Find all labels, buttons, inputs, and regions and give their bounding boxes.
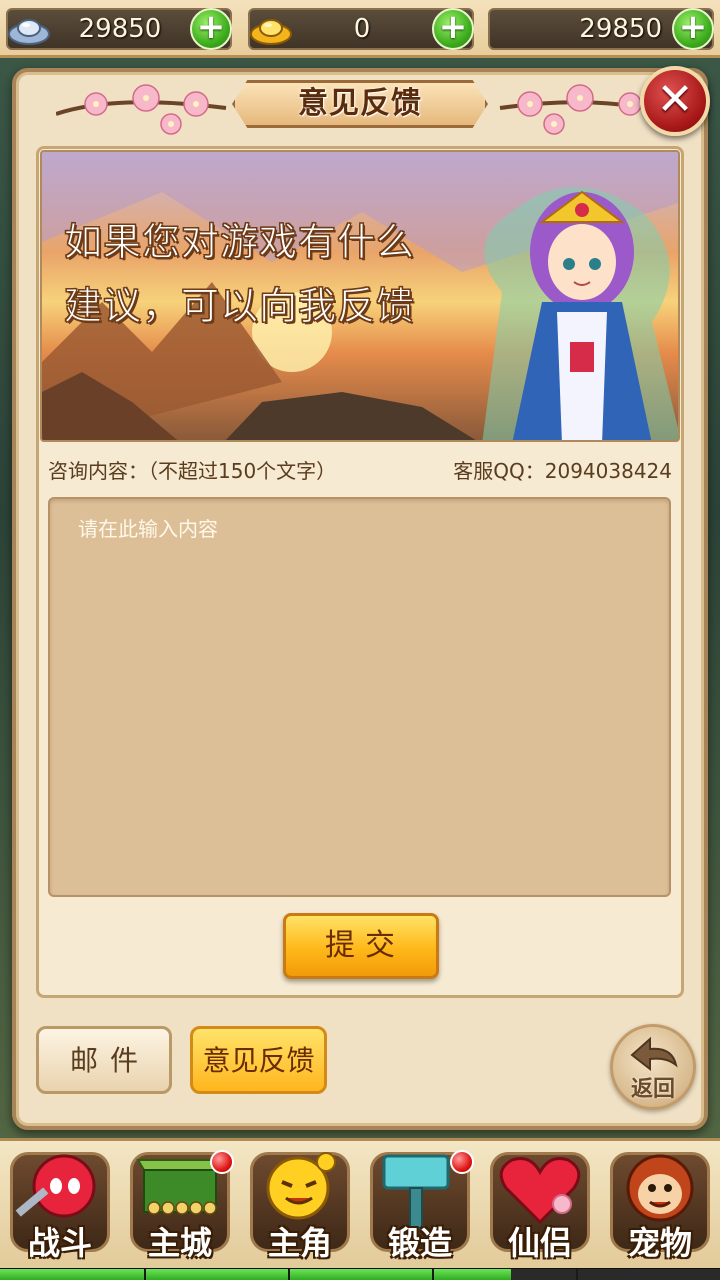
feedback-textarea[interactable]: 请在此输入内容 <box>48 497 671 897</box>
forge-notification-badge <box>450 1150 474 1174</box>
content-label: 咨询内容：（不超过150个文字） <box>48 459 337 483</box>
gold-ingot-icon <box>250 19 292 45</box>
close-x-icon: ✕ <box>656 74 694 125</box>
submit-button[interactable]: 提交 <box>283 913 439 979</box>
experience-fill <box>0 1269 512 1280</box>
nav-forge-label: 锻造 <box>387 1224 452 1262</box>
experience-segment <box>432 1269 434 1280</box>
tab-feedback[interactable]: 意见反馈 <box>190 1026 327 1094</box>
nav-forge[interactable]: 锻造 <box>360 1140 480 1264</box>
experience-segment <box>144 1269 146 1280</box>
banner-message: 如果您对游戏有什么 建议，可以向我反馈 <box>64 210 444 338</box>
nav-hero[interactable]: 主角 <box>240 1140 360 1264</box>
third-currency: 29850 + <box>488 8 714 50</box>
textarea-placeholder: 请在此输入内容 <box>78 517 218 541</box>
nav-pet-label: 宠物 <box>627 1224 692 1262</box>
experience-bar <box>0 1268 720 1280</box>
service-qq: 客服QQ：2094038424 <box>453 459 672 483</box>
nav-pet[interactable]: 宠物 <box>600 1140 720 1264</box>
dialog-title: 意见反馈 <box>298 86 422 121</box>
add-gold-button[interactable]: + <box>432 8 474 50</box>
add-silver-button[interactable]: + <box>190 8 232 50</box>
silver-amount: 29850 <box>78 14 162 44</box>
back-label: 返回 <box>630 1077 675 1102</box>
city-notification-badge <box>210 1150 234 1174</box>
banner-line-1: 如果您对游戏有什么 <box>64 220 416 265</box>
left-blossom-decoration <box>56 84 227 135</box>
back-button[interactable]: 返回 <box>610 1024 696 1110</box>
nav-partner-label: 仙侣 <box>507 1224 572 1262</box>
experience-segment <box>288 1269 290 1280</box>
gold-currency: 0 + <box>248 8 474 50</box>
nav-partner[interactable]: 仙侣 <box>480 1140 600 1264</box>
close-button[interactable]: ✕ <box>640 66 710 136</box>
banner-line-2: 建议，可以向我反馈 <box>64 284 416 329</box>
silver-currency: 29850 + <box>6 8 232 50</box>
third-amount: 29850 <box>579 14 662 44</box>
nav-city-label: 主城 <box>147 1224 212 1262</box>
add-third-button[interactable]: + <box>672 8 714 50</box>
feedback-banner: 如果您对游戏有什么 建议，可以向我反馈 <box>40 150 680 442</box>
nav-hero-label: 主角 <box>267 1224 332 1262</box>
nav-battle[interactable]: 战斗 <box>0 1140 120 1264</box>
gold-amount: 0 <box>353 14 371 44</box>
currency-bar: 29850 + 0 + 29850 + <box>0 0 720 58</box>
silver-ingot-icon <box>8 19 50 45</box>
nav-battle-label: 战斗 <box>27 1224 92 1262</box>
nav-city[interactable]: 主城 <box>120 1140 240 1264</box>
experience-segment <box>576 1269 578 1280</box>
tab-mail[interactable]: 邮件 <box>36 1026 172 1094</box>
